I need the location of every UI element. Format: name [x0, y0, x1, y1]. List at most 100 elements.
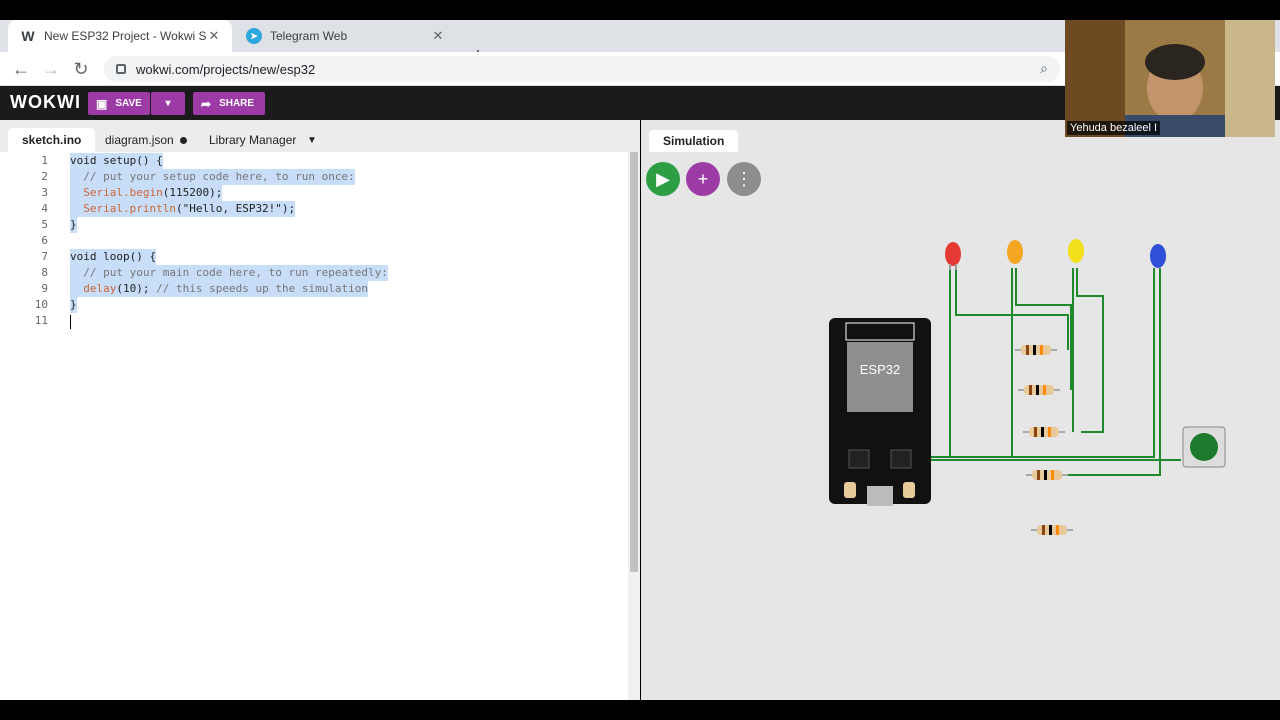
code-token: ("Hello, ESP32!");: [175, 202, 296, 215]
url-text: wokwi.com/projects/new/esp32: [136, 61, 316, 77]
line-number: 3: [41, 186, 48, 199]
board-chip-label: ESP32: [860, 362, 900, 377]
code-text: Serial.println("Hello, ESP32!");: [70, 201, 296, 217]
code-text: delay(10); // this speeds up the simulat…: [70, 281, 369, 297]
code-token: begin: [129, 186, 163, 199]
bottom-bar: [0, 700, 1280, 720]
tab-telegram[interactable]: ➤ Telegram Web ✕: [234, 20, 456, 52]
address-bar[interactable]: wokwi.com/projects/new/esp32 ⌕: [104, 56, 1060, 82]
zoom-icon[interactable]: ⌕: [1040, 60, 1048, 77]
back-arrow-icon[interactable]: ←: [10, 58, 32, 80]
code-comment: // this speeds up the simulation: [156, 282, 369, 295]
save-dropdown-button[interactable]: ▾: [151, 92, 185, 115]
led-blue[interactable]: [1150, 244, 1166, 268]
line-number: 8: [41, 266, 48, 279]
lock-icon: [116, 64, 126, 74]
forward-arrow-icon[interactable]: →: [40, 58, 62, 80]
code-area[interactable]: 1 void setup() { 2 // put your setup cod…: [0, 152, 628, 700]
line-number: 1: [41, 154, 48, 167]
participant-name: Yehuda bezaleel I: [1067, 121, 1161, 135]
code-line: 4 Serial.println("Hello, ESP32!");: [0, 201, 628, 217]
code-line: 8 // put your main code here, to run rep…: [0, 265, 628, 281]
resistor[interactable]: [1015, 345, 1057, 355]
line-number: 5: [41, 218, 48, 231]
line-number: 9: [41, 282, 48, 295]
resistor[interactable]: [1023, 427, 1065, 437]
wire: [1076, 268, 1104, 433]
tab-label: diagram.json: [105, 133, 174, 147]
push-button[interactable]: [1182, 426, 1226, 468]
code-line: 7 void loop() {: [0, 249, 628, 265]
code-editor-panel: sketch.ino diagram.json Library Manager …: [0, 120, 640, 700]
code-line: 6: [0, 233, 628, 249]
code-token: (115200);: [162, 186, 223, 199]
wokwi-icon: W: [21, 28, 35, 44]
wire: [1015, 268, 1072, 390]
wires: [931, 268, 1181, 476]
led-yellow[interactable]: [1068, 239, 1084, 263]
code-text: Serial.begin(115200);: [70, 185, 223, 201]
line-number: 10: [34, 298, 48, 311]
reload-icon[interactable]: ↻: [70, 58, 92, 80]
save-button[interactable]: ▣ SAVE: [88, 92, 150, 115]
editor-tabs: sketch.ino diagram.json Library Manager …: [0, 120, 640, 152]
code-token: Serial.: [70, 186, 130, 199]
wire: [1061, 268, 1161, 476]
line-number: 7: [41, 250, 48, 263]
screen: W New ESP32 Project - Wokwi Sim ✕ ➤ Tele…: [0, 0, 1280, 720]
scrollbar-thumb[interactable]: [630, 152, 638, 572]
code-text: void loop() {: [70, 249, 157, 265]
line-number: 6: [41, 234, 48, 247]
code-line: 5 }: [0, 217, 628, 233]
tab-label: Library Manager: [209, 133, 297, 147]
code-comment: // put your main code here, to run repea…: [70, 265, 388, 281]
esp32-board[interactable]: ESP32: [829, 318, 931, 506]
tab-label: sketch.ino: [22, 133, 82, 147]
line-number: 4: [41, 202, 48, 215]
tab-sketch[interactable]: sketch.ino: [8, 128, 96, 152]
participant-video: [1065, 20, 1275, 137]
unsaved-dot-icon: [179, 136, 187, 144]
resistor[interactable]: [1018, 385, 1060, 395]
chevron-down-icon: ▾: [165, 98, 171, 109]
tab-wokwi[interactable]: W New ESP32 Project - Wokwi Sim ✕: [8, 20, 232, 52]
code-line: 10 }: [0, 297, 628, 313]
circuit-canvas[interactable]: ESP32: [641, 120, 1280, 700]
code-text: void setup() {: [70, 153, 163, 169]
code-line: 11: [0, 313, 628, 329]
resistor[interactable]: [1026, 470, 1068, 480]
line-number: 2: [41, 170, 48, 183]
tab-library-manager[interactable]: Library Manager: [209, 128, 296, 152]
code-token: (10);: [116, 282, 157, 295]
code-line: 9 delay(10); // this speeds up the simul…: [0, 281, 628, 297]
tab-title: Telegram Web: [270, 29, 348, 43]
share-label: SHARE: [219, 98, 255, 109]
code-text: }: [70, 217, 77, 233]
close-icon[interactable]: ✕: [206, 28, 222, 44]
simulation-panel: Simulation ▶ + ⋮ ESP32: [641, 120, 1280, 700]
text-caret: [70, 315, 71, 329]
tab-title: New ESP32 Project - Wokwi Sim: [44, 29, 206, 43]
video-call-thumbnail[interactable]: Yehuda bezaleel I: [1065, 20, 1275, 137]
code-line: 2 // put your setup code here, to run on…: [0, 169, 628, 185]
resistor[interactable]: [1031, 525, 1073, 535]
save-icon: ▣: [96, 96, 108, 111]
tabs-menu-chevron-icon[interactable]: ▼: [307, 128, 317, 152]
tab-diagram[interactable]: diagram.json: [105, 128, 187, 152]
close-icon[interactable]: ✕: [430, 28, 446, 44]
led-red[interactable]: [945, 242, 961, 270]
code-token: delay: [83, 282, 117, 295]
code-text: }: [70, 297, 77, 313]
editor-scrollbar[interactable]: [628, 152, 640, 700]
line-number: 11: [34, 314, 48, 327]
code-line: 3 Serial.begin(115200);: [0, 185, 628, 201]
code-line: 1 void setup() {: [0, 153, 628, 169]
led-orange[interactable]: [1007, 240, 1023, 264]
share-button[interactable]: ➦ SHARE: [193, 92, 265, 115]
share-icon: ➦: [201, 96, 212, 111]
save-label: SAVE: [115, 98, 142, 109]
code-token: println: [129, 202, 176, 215]
wokwi-logo[interactable]: WOKWI: [10, 92, 81, 113]
telegram-icon: ➤: [246, 28, 262, 44]
